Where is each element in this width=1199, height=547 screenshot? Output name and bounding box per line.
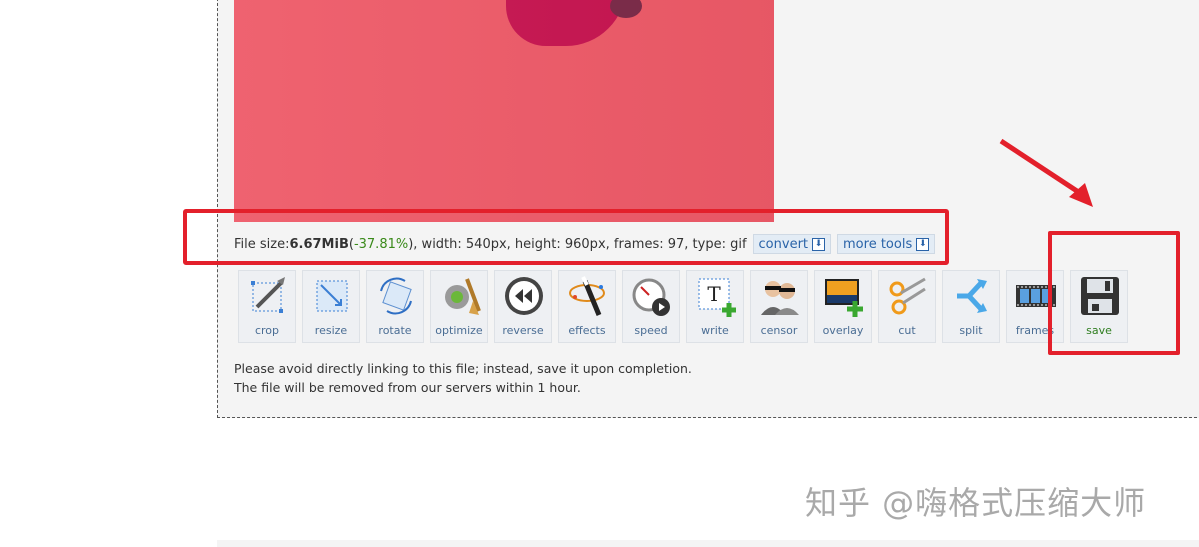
tool-optimize[interactable]: optimize [430,270,488,343]
tool-resize[interactable]: resize [302,270,360,343]
note-line-1: Please avoid directly linking to this fi… [234,361,692,376]
tool-label: cut [898,324,916,337]
tool-reverse[interactable]: reverse [494,270,552,343]
gif-preview-image [234,0,774,222]
tool-label: reverse [502,324,544,337]
highlight-box-file-info [183,209,949,265]
note-line-2: The file will be removed from our server… [234,380,581,395]
speed-icon [632,278,670,316]
tool-crop[interactable]: crop [238,270,296,343]
tool-overlay[interactable]: overlay [814,270,872,343]
tool-censor[interactable]: censor [750,270,808,343]
watermark: 知乎 @嗨格式压缩大师 [805,484,1147,522]
tool-cut[interactable]: cut [878,270,936,343]
cut-icon [889,277,926,315]
tool-speed[interactable]: speed [622,270,680,343]
tools-toolbar: crop resize rotate optimize reverse effe… [238,270,1128,343]
tool-label: crop [254,324,280,337]
notes: Please avoid directly linking to this fi… [234,359,692,397]
tool-label: resize [314,324,348,337]
effects-icon [569,276,605,316]
tool-label: overlay [822,324,864,337]
tool-rotate[interactable]: rotate [366,270,424,343]
tool-label: split [959,324,983,337]
highlight-box-save [1048,231,1180,355]
split-icon [957,279,987,313]
tool-label: rotate [378,324,412,337]
reverse-icon [505,277,543,315]
write-icon: T [698,278,736,317]
next-panel-edge [217,540,1199,547]
tool-label: censor [760,324,798,337]
rotate-icon [380,277,412,315]
red-arrow-icon [999,138,1093,207]
tool-label: speed [634,324,668,337]
tool-label: effects [568,324,606,337]
tool-write[interactable]: T write [686,270,744,343]
resize-icon [316,280,348,312]
optimize-icon [445,278,481,315]
preview-shade [234,0,774,222]
tool-label: write [701,324,729,337]
tool-label: optimize [435,324,483,337]
tool-effects[interactable]: effects [558,270,616,343]
censor-icon [761,281,799,315]
crop-icon [251,277,285,313]
tool-split[interactable]: split [942,270,1000,343]
svg-text:T: T [707,282,721,306]
overlay-icon [825,279,863,317]
